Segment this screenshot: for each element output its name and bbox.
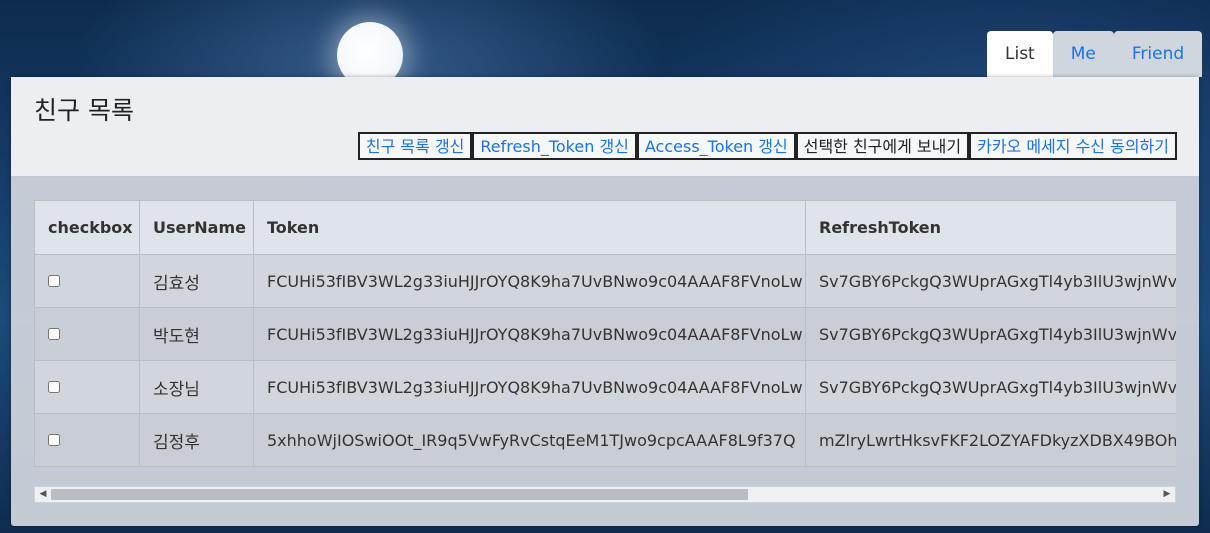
friend-table: checkbox UserName Token RefreshToken 김효성… — [34, 200, 1176, 467]
row-select-checkbox[interactable] — [48, 327, 60, 340]
row-select-checkbox[interactable] — [48, 380, 60, 393]
friend-table-container: checkbox UserName Token RefreshToken 김효성… — [34, 200, 1176, 468]
table-row: 박도현 FCUHi53fIBV3WL2g33iuHJJrOYQ8K9ha7UvB… — [34, 307, 1176, 361]
scrollbar-thumb[interactable] — [51, 489, 748, 500]
username-cell: 김정후 — [139, 413, 254, 467]
column-header-token: Token — [253, 200, 806, 255]
row-checkbox-cell — [34, 307, 140, 361]
table-header-row: checkbox UserName Token RefreshToken — [34, 200, 1176, 255]
refreshtoken-cell: mZlryLwrtHksvFKF2LOZYAFDkyzXDBX49BOh7C — [805, 413, 1176, 467]
row-select-checkbox[interactable] — [48, 433, 60, 446]
scroll-left-arrow-icon[interactable]: ◀ — [35, 487, 51, 502]
tab-list[interactable]: List — [987, 31, 1053, 77]
table-row: 김정후 5xhhoWjIOSwiOOt_IR9q5VwFyRvCstqEeM1T… — [34, 413, 1176, 467]
username-cell: 박도현 — [139, 307, 254, 361]
token-cell: FCUHi53fIBV3WL2g33iuHJJrOYQ8K9ha7UvBNwo9… — [253, 307, 806, 361]
scroll-right-arrow-icon[interactable]: ▶ — [1159, 487, 1175, 502]
username-cell: 소장님 — [139, 360, 254, 414]
row-checkbox-cell — [34, 254, 140, 308]
token-cell: FCUHi53fIBV3WL2g33iuHJJrOYQ8K9ha7UvBNwo9… — [253, 254, 806, 308]
tab-bar: List Me Friend — [987, 31, 1203, 77]
tab-me[interactable]: Me — [1052, 31, 1114, 77]
refreshtoken-cell: Sv7GBY6PckgQ3WUprAGxgTl4yb3IlU3wjnWvM — [805, 254, 1176, 308]
table-area: checkbox UserName Token RefreshToken 김효성… — [11, 77, 1199, 526]
refreshtoken-cell: Sv7GBY6PckgQ3WUprAGxgTl4yb3IlU3wjnWvM — [805, 360, 1176, 414]
token-cell: FCUHi53fIBV3WL2g33iuHJJrOYQ8K9ha7UvBNwo9… — [253, 360, 806, 414]
table-row: 소장님 FCUHi53fIBV3WL2g33iuHJJrOYQ8K9ha7UvB… — [34, 360, 1176, 414]
tab-friend[interactable]: Friend — [1113, 31, 1203, 77]
horizontal-scrollbar[interactable]: ◀ ▶ — [34, 486, 1176, 503]
column-header-username: UserName — [139, 200, 254, 255]
table-row: 김효성 FCUHi53fIBV3WL2g33iuHJJrOYQ8K9ha7UvB… — [34, 254, 1176, 308]
row-select-checkbox[interactable] — [48, 274, 60, 287]
token-cell: 5xhhoWjIOSwiOOt_IR9q5VwFyRvCstqEeM1TJwo9… — [253, 413, 806, 467]
row-checkbox-cell — [34, 413, 140, 467]
refreshtoken-cell: Sv7GBY6PckgQ3WUprAGxgTl4yb3IlU3wjnWvM — [805, 307, 1176, 361]
column-header-refreshtoken: RefreshToken — [805, 200, 1176, 255]
username-cell: 김효성 — [139, 254, 254, 308]
row-checkbox-cell — [34, 360, 140, 414]
column-header-checkbox: checkbox — [34, 200, 140, 255]
